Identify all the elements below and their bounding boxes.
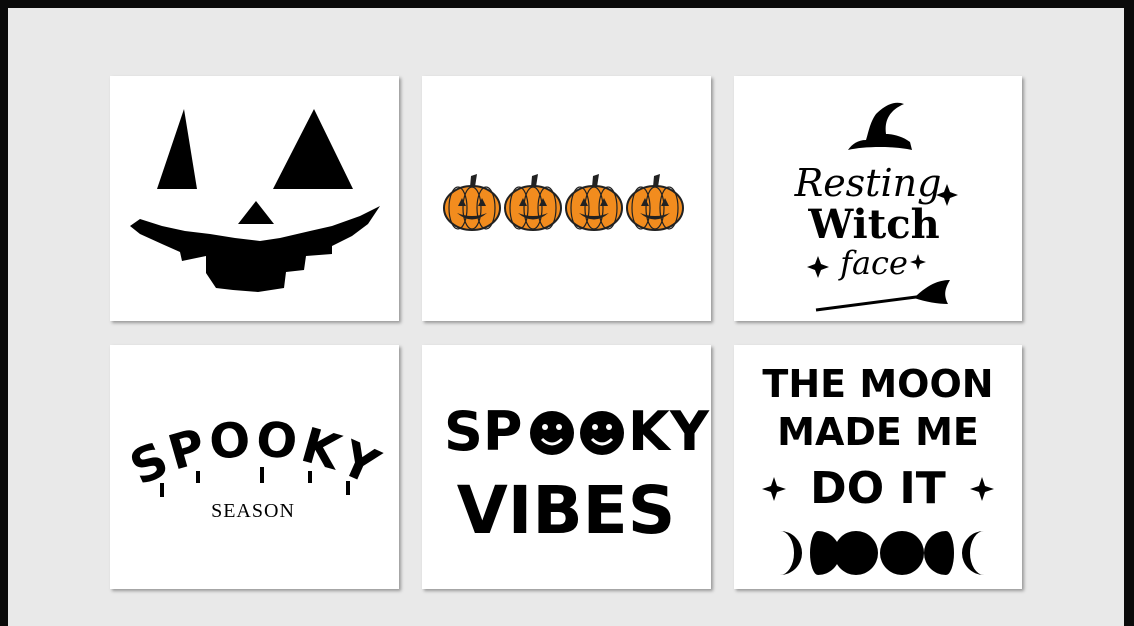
moon-line2: MADE ME bbox=[777, 410, 979, 454]
design-card-spooky-vibes[interactable]: SP KY VIBES bbox=[422, 345, 711, 589]
broom-icon bbox=[914, 280, 950, 304]
design-card-resting-witch-face[interactable]: Resting Witch face bbox=[734, 76, 1022, 321]
witch-line1: Resting bbox=[794, 161, 942, 205]
pumpkin-icon bbox=[626, 174, 684, 231]
vibes-line3: VIBES bbox=[457, 472, 676, 549]
drip bbox=[308, 471, 312, 483]
spooky-subtitle: SEASON bbox=[211, 500, 295, 522]
witch-hat-icon bbox=[848, 102, 912, 150]
sparkle-icon bbox=[910, 254, 926, 270]
left-eye bbox=[157, 109, 197, 189]
witch-line2: Witch bbox=[807, 201, 939, 248]
gallery-frame: Resting Witch face SPOOKY SEASON SP KY V… bbox=[8, 8, 1124, 626]
smiley-faces bbox=[530, 411, 624, 455]
drip bbox=[196, 471, 200, 483]
design-card-pumpkins[interactable] bbox=[422, 76, 711, 321]
right-eye bbox=[273, 109, 353, 189]
moon-phases-icon bbox=[780, 531, 984, 575]
nose bbox=[238, 201, 274, 224]
design-card-jack-o-lantern[interactable] bbox=[110, 76, 399, 321]
moon-line1: THE MOON bbox=[762, 362, 993, 406]
moon-line3: DO IT bbox=[810, 463, 946, 514]
witch-face-graphic: Resting Witch face bbox=[794, 102, 958, 312]
witch-line3: face bbox=[838, 244, 908, 282]
sparkle-icon bbox=[970, 477, 994, 501]
spooky-vibes-graphic: SP KY VIBES bbox=[444, 400, 710, 549]
vibes-line2: KY bbox=[628, 400, 710, 463]
sparkle-icon bbox=[807, 256, 829, 278]
drip bbox=[160, 483, 164, 497]
pumpkin-icon bbox=[565, 174, 623, 231]
spooky-season-graphic: SPOOKY SEASON bbox=[122, 411, 387, 522]
vibes-line1: SP bbox=[444, 400, 522, 463]
broom-handle bbox=[815, 294, 925, 312]
sparkle-icon bbox=[762, 477, 786, 501]
jack-o-lantern-face-graphic bbox=[130, 109, 380, 292]
moon-made-me-graphic: THE MOON MADE ME DO IT bbox=[762, 362, 994, 575]
drip bbox=[346, 481, 350, 495]
design-card-moon-made-me-do-it[interactable]: THE MOON MADE ME DO IT bbox=[734, 345, 1022, 589]
design-card-spooky-season[interactable]: SPOOKY SEASON bbox=[110, 345, 399, 589]
pumpkin-icon bbox=[443, 174, 501, 231]
drip bbox=[260, 467, 264, 483]
pumpkin-icon bbox=[504, 174, 562, 231]
pumpkins-graphic bbox=[443, 174, 684, 231]
